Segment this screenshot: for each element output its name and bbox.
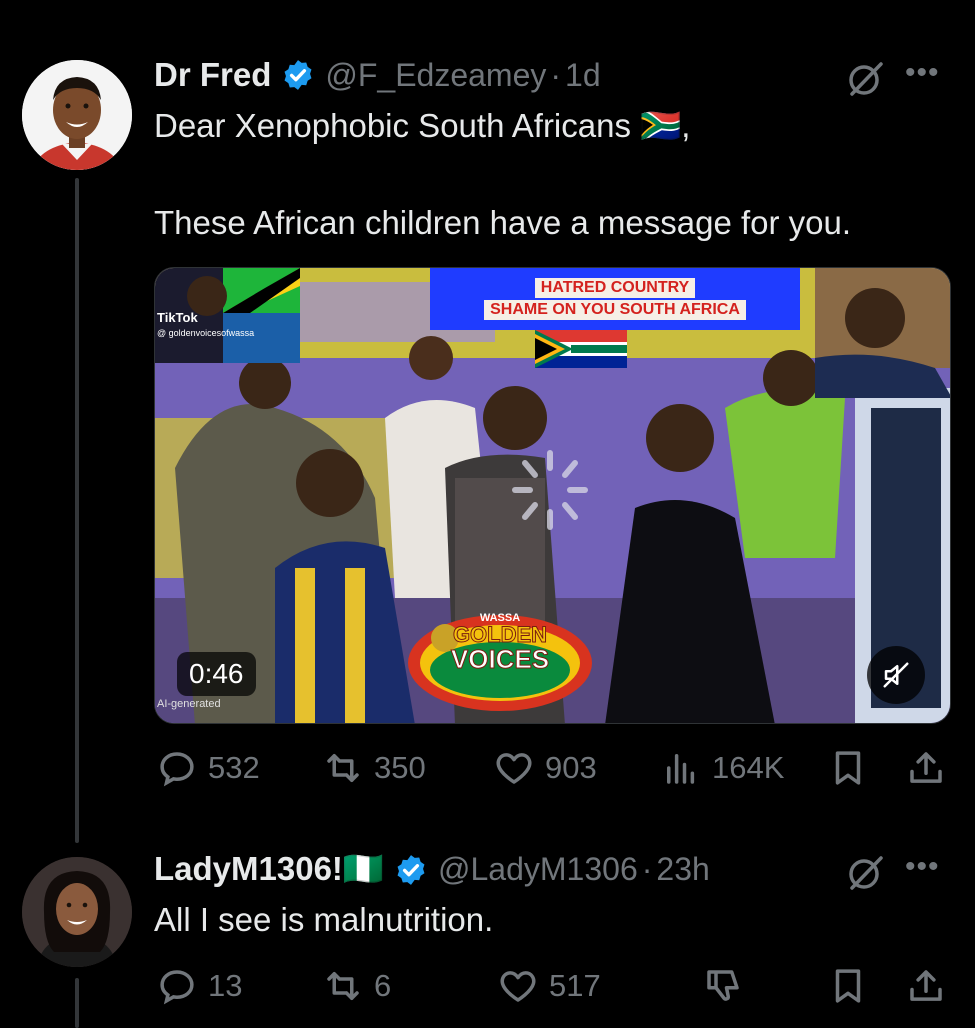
reply-icon — [160, 752, 194, 787]
tweet-header: Dr Fred @F_Edzeamey · 1d — [154, 56, 601, 94]
video-player[interactable]: TikTok @ goldenvoicesofwassa HATRED COUN… — [154, 267, 951, 724]
views-icon — [667, 754, 695, 784]
timestamp[interactable]: 23h — [656, 851, 709, 888]
verified-badge-icon[interactable] — [394, 853, 428, 887]
avatar[interactable] — [22, 857, 132, 967]
handle[interactable]: @LadyM1306 — [438, 851, 638, 888]
repost-button[interactable]: 350 — [322, 747, 426, 789]
grok-icon[interactable] — [846, 852, 886, 892]
reply-icon — [160, 970, 194, 1005]
like-icon — [496, 753, 532, 784]
downvote-icon[interactable] — [702, 965, 744, 1007]
tweet-text: These African children have a message fo… — [154, 204, 852, 241]
thread-line — [75, 178, 79, 843]
views-button[interactable]: 164K — [660, 747, 784, 789]
timestamp[interactable]: 1d — [565, 57, 601, 94]
repost-count: 350 — [374, 750, 426, 785]
mute-icon — [883, 662, 909, 688]
display-name[interactable]: LadyM1306!🇳🇬 — [154, 850, 384, 889]
views-count: 164K — [712, 750, 785, 785]
thread-line — [75, 978, 79, 1028]
tweet-header: LadyM1306!🇳🇬 @LadyM1306 · 23h — [154, 850, 710, 889]
tweet-text: Dear Xenophobic South Africans 🇿🇦, — [154, 107, 691, 144]
reply-button[interactable]: 532 — [156, 747, 260, 789]
banner-line: SHAME ON YOU SOUTH AFRICA — [484, 300, 746, 320]
grok-icon[interactable] — [846, 58, 886, 98]
more-icon[interactable]: ••• — [905, 56, 940, 90]
logo-line: GOLDEN — [452, 622, 548, 647]
like-count: 903 — [545, 750, 597, 785]
video-duration: 0:46 — [177, 652, 256, 696]
more-icon[interactable]: ••• — [905, 850, 940, 884]
repost-button[interactable]: 6 — [322, 965, 391, 1007]
share-icon[interactable] — [905, 747, 947, 789]
reply-count: 13 — [208, 968, 243, 1003]
separator: · — [641, 851, 653, 887]
like-count: 517 — [549, 968, 601, 1003]
mute-button[interactable] — [867, 646, 925, 704]
like-button[interactable]: 517 — [497, 965, 601, 1007]
handle[interactable]: @F_Edzeamey — [325, 57, 546, 94]
like-icon — [500, 971, 536, 1002]
like-button[interactable]: 903 — [493, 747, 597, 789]
reply-count: 532 — [208, 750, 260, 785]
ai-generated-label: AI-generated — [157, 698, 221, 710]
bookmark-icon[interactable] — [827, 965, 869, 1007]
separator: · — [550, 56, 562, 93]
reply-button[interactable]: 13 — [156, 965, 242, 1007]
video-banner: HATRED COUNTRY SHAME ON YOU SOUTH AFRICA — [430, 268, 800, 330]
tiktok-handle: @ goldenvoicesofwassa — [157, 328, 255, 338]
share-icon[interactable] — [905, 965, 947, 1007]
logo-line: VOICES — [450, 644, 550, 674]
repost-icon — [327, 972, 359, 1000]
repost-icon — [327, 754, 359, 782]
verified-badge-icon[interactable] — [281, 58, 315, 92]
repost-count: 6 — [374, 968, 392, 1003]
tiktok-watermark: TikTok — [157, 310, 198, 325]
display-name[interactable]: Dr Fred — [154, 56, 271, 94]
avatar[interactable] — [22, 60, 132, 170]
banner-line: HATRED COUNTRY — [534, 278, 696, 298]
tweet-text: All I see is malnutrition. — [154, 901, 494, 938]
video-logo: WASSA GOLDEN VOICES — [425, 613, 575, 674]
bookmark-icon[interactable] — [827, 747, 869, 789]
